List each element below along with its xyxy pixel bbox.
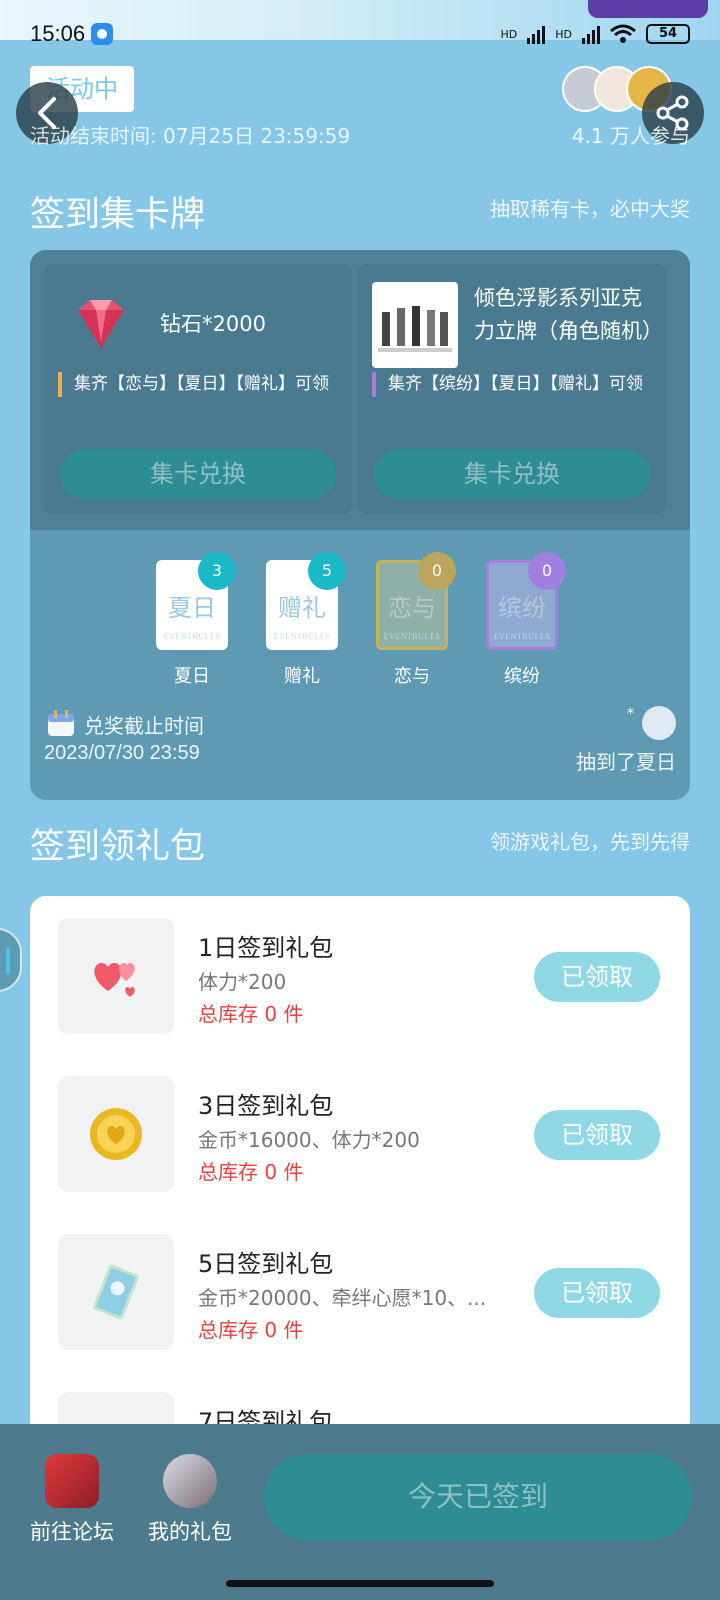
card-gift-icon	[58, 1234, 174, 1350]
card-love[interactable]: 恋与 EVENTRULES 0 恋与	[376, 552, 456, 688]
card-label: 赠礼	[284, 666, 320, 687]
network-hd-label: HD	[500, 27, 518, 41]
gift-section-subtitle: 领游戏礼包，先到先得	[490, 830, 690, 854]
signal-icon	[527, 24, 546, 44]
redeem-button[interactable]: 集卡兑换	[60, 449, 336, 499]
gift-title: 3日签到礼包	[198, 1092, 334, 1120]
wifi-icon	[610, 24, 636, 43]
deadline-value: 2023/07/30 23:59	[44, 742, 200, 764]
claimed-button[interactable]: 已领取	[534, 1110, 660, 1160]
reward-area: 钻石*2000 集齐【恋与】【夏日】【赠礼】可领 集卡兑换 倾色浮影系列亚克力立…	[30, 250, 690, 530]
collected-cards: 夏日 EVENTRULES 3 夏日 赠礼 EVENTRULES 5 赠礼 恋与…	[156, 552, 566, 688]
card-label: 恋与	[394, 666, 430, 687]
my-gifts-label: 我的礼包	[148, 1520, 232, 1544]
card-count-badge: 0	[528, 552, 566, 590]
gift-stock: 总库存 0 件	[198, 1160, 304, 1184]
clock: 15:06	[30, 21, 86, 46]
my-gifts-icon	[163, 1454, 217, 1508]
reward-name: 倾色浮影系列亚克力立牌（角色随机）	[474, 286, 663, 343]
reward-condition: 集齐【缤纷】【夏日】【赠礼】可领	[372, 372, 656, 397]
gold-coin-icon	[58, 1076, 174, 1192]
card-colorful[interactable]: 缤纷 EVENTRULES 0 缤纷	[486, 552, 566, 688]
home-indicator[interactable]	[226, 1580, 494, 1587]
card-label: 缤纷	[504, 666, 540, 687]
diamond-icon	[58, 282, 144, 368]
gift-title: 5日签到礼包	[198, 1250, 334, 1278]
app-notification-icon	[91, 23, 114, 45]
gift-description: 金币*20000、牵绊心愿*10、...	[198, 1286, 487, 1310]
calendar-icon	[48, 710, 74, 736]
list-item: 3日签到礼包 金币*16000、体力*200 总库存 0 件 已领取	[30, 1076, 690, 1196]
gift-list-panel: 1日签到礼包 体力*200 总库存 0 件 已领取 3日签到礼包 金币*1600…	[30, 896, 690, 1436]
card-section-subtitle: 抽取稀有卡，必中大奖	[490, 197, 690, 221]
gift-description: 金币*16000、体力*200	[198, 1128, 420, 1152]
reward-card-acrylic: 倾色浮影系列亚克力立牌（角色随机） 集齐【缤纷】【夏日】【赠礼】可领 集卡兑换	[358, 264, 666, 514]
draw-result-text: 抽到了夏日	[576, 750, 676, 774]
draw-user-name: *	[627, 706, 634, 722]
card-face-text: 恋与	[388, 593, 436, 622]
list-item: 1日签到礼包 体力*200 总库存 0 件 已领取	[30, 918, 690, 1038]
participant-count: 4.1 万人参与	[571, 124, 690, 148]
card-face-text: 缤纷	[498, 593, 546, 622]
card-count-badge: 5	[308, 552, 346, 590]
hearts-icon	[58, 918, 174, 1034]
claimed-button[interactable]: 已领取	[534, 1268, 660, 1318]
card-strip-text: EVENTRULES	[163, 632, 221, 641]
card-count-badge: 0	[418, 552, 456, 590]
card-face-text: 夏日	[168, 593, 216, 622]
card-label: 夏日	[174, 666, 210, 687]
battery-icon: 54	[646, 24, 690, 44]
claimed-button[interactable]: 已领取	[534, 952, 660, 1002]
card-strip-text: EVENTRULES	[273, 632, 331, 641]
card-gift[interactable]: 赠礼 EVENTRULES 5 赠礼	[266, 552, 346, 688]
card-strip-text: EVENTRULES	[493, 632, 551, 641]
card-count-badge: 3	[198, 552, 236, 590]
forum-label: 前往论坛	[30, 1520, 114, 1544]
reward-condition: 集齐【恋与】【夏日】【赠礼】可领	[58, 372, 342, 397]
gift-description: 体力*200	[198, 970, 287, 994]
bottom-action-bar: 前往论坛 我的礼包 今天已签到	[0, 1424, 720, 1600]
forum-game-icon	[45, 1454, 99, 1508]
gift-section-title: 签到领礼包	[30, 827, 206, 867]
activity-end-time: 活动结束时间: 07月25日 23:59:59	[30, 124, 351, 148]
reward-name: 钻石*2000	[160, 312, 266, 336]
card-collection-panel: 钻石*2000 集齐【恋与】【夏日】【赠礼】可领 集卡兑换 倾色浮影系列亚克力立…	[30, 250, 690, 800]
status-bar: 15:06 HD HD 54	[0, 14, 720, 54]
acrylic-stand-image	[372, 282, 458, 368]
avatar	[642, 706, 676, 740]
deadline-label: 兑奖截止时间	[84, 714, 204, 738]
network-hd-label-2: HD	[555, 27, 572, 41]
my-gifts-link[interactable]: 我的礼包	[140, 1454, 240, 1546]
signed-in-button[interactable]: 今天已签到	[264, 1454, 692, 1540]
card-face-text: 赠礼	[278, 593, 326, 622]
forum-link[interactable]: 前往论坛	[22, 1454, 122, 1546]
redeem-button[interactable]: 集卡兑换	[374, 449, 650, 499]
card-strip-text: EVENTRULES	[383, 632, 441, 641]
card-section-title: 签到集卡牌	[30, 195, 206, 235]
gift-stock: 总库存 0 件	[198, 1002, 304, 1026]
signal-icon-2	[582, 24, 600, 44]
reward-card-diamond: 钻石*2000 集齐【恋与】【夏日】【赠礼】可领 集卡兑换	[44, 264, 352, 514]
card-summer[interactable]: 夏日 EVENTRULES 3 夏日	[156, 552, 236, 688]
gift-title: 1日签到礼包	[198, 934, 334, 962]
side-float-handle[interactable]	[0, 928, 22, 992]
gift-stock: 总库存 0 件	[198, 1318, 304, 1342]
list-item: 5日签到礼包 金币*20000、牵绊心愿*10、... 总库存 0 件 已领取	[30, 1234, 690, 1354]
